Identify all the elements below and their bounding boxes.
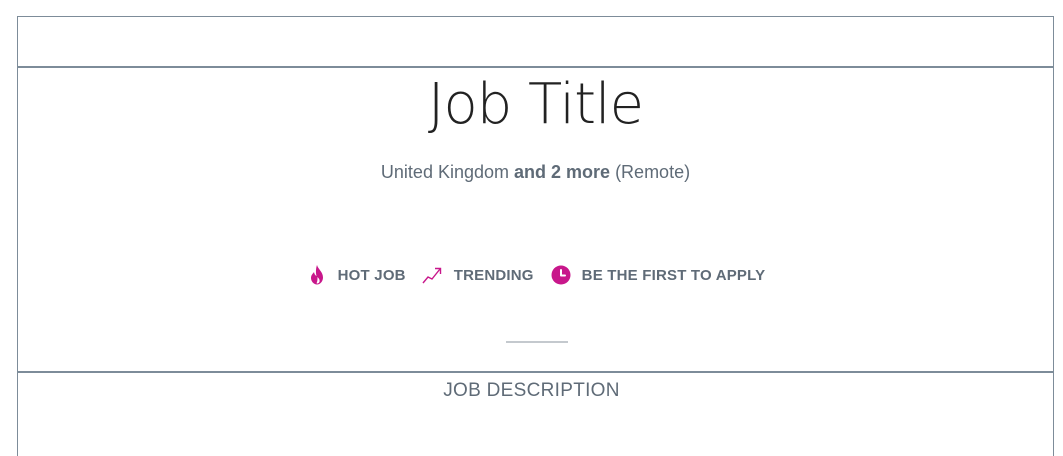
badge-first-to-apply: BE THE FIRST TO APPLY [550, 264, 766, 286]
job-location: United Kingdom and 2 more (Remote) [18, 161, 1053, 183]
trending-up-icon [422, 264, 444, 286]
badge-trending: TRENDING [422, 264, 534, 286]
more-locations-link[interactable]: and 2 more [514, 162, 610, 182]
work-type: (Remote) [615, 162, 691, 182]
job-title: Job Title [427, 72, 644, 137]
job-description-heading: JOB DESCRIPTION [443, 380, 620, 401]
badge-first-to-apply-label: BE THE FIRST TO APPLY [581, 266, 766, 284]
top-bar [18, 17, 1053, 68]
job-badges: HOT JOB TRENDING BE THE FIRST TO APPLY [18, 264, 1053, 286]
clock-icon [550, 264, 572, 286]
header-divider [506, 341, 568, 343]
badge-hot-job-label: HOT JOB [337, 266, 406, 284]
job-header: Job Title United Kingdom and 2 more (Rem… [18, 68, 1053, 373]
badge-trending-label: TRENDING [453, 266, 534, 284]
flame-icon [306, 264, 328, 286]
location-primary: United Kingdom [380, 162, 509, 182]
badge-hot-job: HOT JOB [306, 264, 406, 286]
